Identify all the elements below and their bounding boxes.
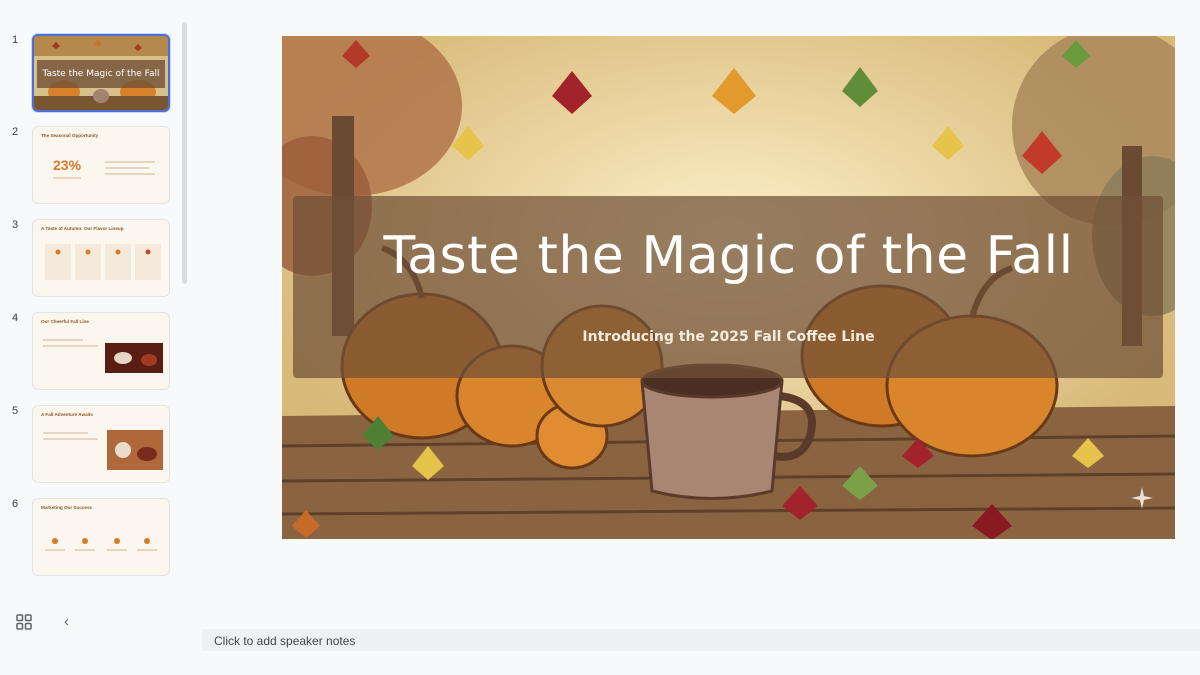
slide-thumbnail[interactable]: Our Cheerful Fall Line xyxy=(32,312,170,390)
filmstrip-item-6[interactable]: 6 Marketing Our Success xyxy=(0,498,180,580)
slide-number: 4 xyxy=(12,312,19,324)
title-band xyxy=(293,196,1163,378)
slide-number: 2 xyxy=(12,126,19,138)
thumbnail-art: Taste the Magic of the Fall xyxy=(34,36,168,110)
filmstrip-item-4[interactable]: 4 Our Cheerful Fall Line xyxy=(0,312,180,394)
slide-title[interactable]: Taste the Magic of the Fall xyxy=(282,226,1175,286)
sparkle-icon xyxy=(1130,486,1154,515)
slide-thumbnail[interactable]: Taste the Magic of the Fall xyxy=(32,34,170,112)
slide-thumbnail[interactable]: A Taste of Autumn: Our Flavor Lineup xyxy=(32,219,170,297)
slide-subtitle[interactable]: Introducing the 2025 Fall Coffee Line xyxy=(282,329,1175,345)
thumbnail-content xyxy=(45,538,157,551)
filmstrip-item-2[interactable]: 2 The Seasonal Opportunity 23% xyxy=(0,126,180,208)
slide-canvas[interactable]: Taste the Magic of the Fall Introducing … xyxy=(282,36,1175,539)
thumbnail-lines xyxy=(53,161,155,179)
slide-thumbnail[interactable]: Marketing Our Success xyxy=(32,498,170,576)
slide-thumbnail[interactable]: A Fall Adventure Awaits xyxy=(32,405,170,483)
slide-number: 3 xyxy=(12,219,19,231)
thumbnail-content xyxy=(43,339,163,373)
grid-view-icon[interactable] xyxy=(16,614,32,630)
thumbnail-cards xyxy=(45,244,161,280)
slide-filmstrip[interactable]: 1 Taste the Magic of the Fall 2 The Seas… xyxy=(0,22,192,597)
filmstrip-item-3[interactable]: 3 A Taste of Autumn: Our Flavor Lineup xyxy=(0,219,180,301)
filmstrip-scrollbar[interactable] xyxy=(182,22,187,284)
chevron-left-icon[interactable]: ‹ xyxy=(64,613,69,630)
thumbnail-title: Taste the Magic of the Fall xyxy=(41,69,159,79)
speaker-notes-placeholder: Click to add speaker notes xyxy=(214,634,356,648)
slide-number: 5 xyxy=(12,405,19,417)
filmstrip-item-1[interactable]: 1 Taste the Magic of the Fall xyxy=(0,34,180,116)
slides-editor: 1 Taste the Magic of the Fall 2 The Seas… xyxy=(0,0,1200,675)
speaker-notes[interactable]: Click to add speaker notes xyxy=(202,629,1200,651)
slide-number: 1 xyxy=(12,34,19,46)
slide-thumbnail[interactable]: The Seasonal Opportunity 23% xyxy=(32,126,170,204)
slide-number: 6 xyxy=(12,498,19,510)
filmstrip-item-5[interactable]: 5 A Fall Adventure Awaits xyxy=(0,405,180,487)
thumbnail-content xyxy=(43,430,163,470)
